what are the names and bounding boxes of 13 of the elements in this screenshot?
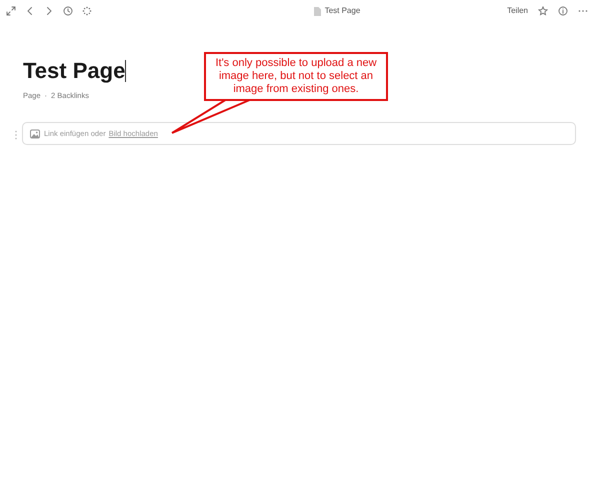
info-icon[interactable]	[558, 6, 568, 16]
image-icon	[30, 128, 40, 139]
forward-icon[interactable]	[44, 6, 54, 16]
page-title[interactable]: Test Page	[23, 60, 126, 82]
share-button[interactable]: Teilen	[507, 5, 528, 17]
back-icon[interactable]	[25, 6, 35, 16]
sparkle-icon[interactable]	[82, 6, 92, 16]
star-icon[interactable]	[538, 6, 548, 16]
document-icon	[314, 6, 321, 16]
text-cursor	[125, 60, 126, 82]
document-title: Test Page	[324, 5, 360, 17]
expand-icon[interactable]	[6, 6, 16, 16]
history-icon[interactable]	[63, 6, 73, 16]
